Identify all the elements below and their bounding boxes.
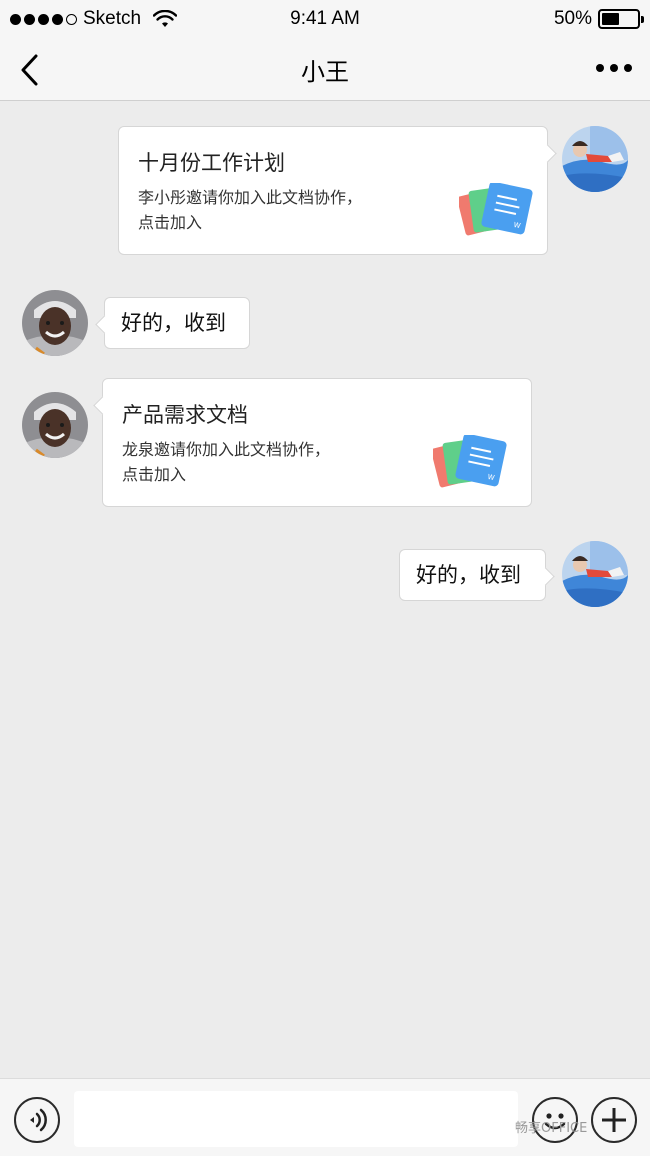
doc-invite-text: 龙泉邀请你加入此文档协作， 点击加入 bbox=[122, 440, 331, 484]
text-message[interactable]: 好的，收到 bbox=[399, 549, 555, 601]
message-text: 好的，收到 bbox=[121, 311, 226, 335]
message-text: 好的，收到 bbox=[416, 563, 521, 587]
voice-button[interactable] bbox=[14, 1097, 60, 1143]
more-button[interactable] bbox=[596, 58, 632, 78]
status-right: 50% bbox=[553, 8, 644, 30]
battery-percent: 50% bbox=[553, 8, 592, 29]
doc-card-message[interactable]: 十月份工作计划 李小彤邀请你加入此文档协作， 点击加入 W bbox=[118, 126, 557, 255]
battery-icon bbox=[598, 9, 644, 29]
my-avatar[interactable] bbox=[562, 126, 628, 192]
document-icon: W bbox=[433, 435, 507, 488]
voice-icon bbox=[30, 1108, 47, 1132]
watermark: 畅享OFFICE bbox=[515, 1121, 588, 1136]
status-time: 9:41 AM bbox=[290, 8, 360, 29]
doc-card-message[interactable]: 产品需求文档 龙泉邀请你加入此文档协作， 点击加入 W bbox=[93, 378, 532, 507]
chat-title: 小王 bbox=[301, 58, 349, 86]
text-message[interactable]: 好的，收到 bbox=[95, 297, 250, 349]
document-icon: W bbox=[459, 183, 533, 236]
contact-avatar[interactable] bbox=[22, 392, 88, 458]
message-input[interactable] bbox=[74, 1091, 518, 1147]
doc-title: 产品需求文档 bbox=[122, 403, 248, 427]
doc-title: 十月份工作计划 bbox=[138, 151, 285, 175]
contact-avatar[interactable] bbox=[22, 290, 88, 356]
more-dots-icon bbox=[596, 64, 604, 72]
plus-icon bbox=[602, 1108, 626, 1132]
status-bar: Sketch 9:41 AM 50% bbox=[0, 0, 650, 38]
plus-button[interactable] bbox=[591, 1097, 637, 1143]
doc-invite-text: 李小彤邀请你加入此文档协作， 点击加入 bbox=[138, 188, 363, 232]
my-avatar[interactable] bbox=[562, 541, 628, 607]
nav-bar: 小王 bbox=[0, 38, 650, 101]
